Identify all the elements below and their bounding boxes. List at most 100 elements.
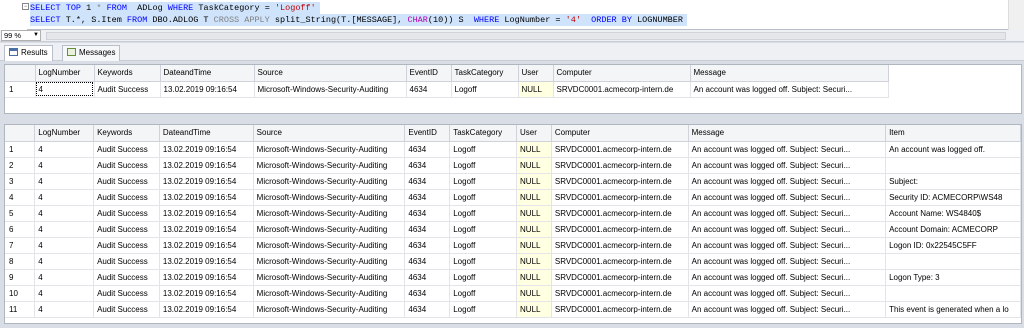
query-editor[interactable]: − SELECT TOP 1 * FROM ADLog WHERE TaskCa… [0,0,1024,30]
table-cell[interactable]: 13.02.2019 09:16:54 [159,141,254,158]
table-cell[interactable]: Logoff [449,253,518,270]
table-cell[interactable]: NULL [516,173,552,190]
tab-results[interactable]: Results [4,45,53,61]
table-cell[interactable]: 4634 [404,157,451,174]
table-cell[interactable]: An account was logged off. [885,141,1021,158]
table-cell[interactable]: NULL [516,221,552,238]
table-cell[interactable]: SRVDC0001.acmecorp-intern.de [551,253,689,270]
table-cell[interactable]: Audit Success [93,205,160,222]
table-cell[interactable]: Microsoft-Windows-Security-Auditing [253,237,406,254]
col-header[interactable]: Computer [551,125,689,142]
table-cell[interactable]: NULL [516,253,552,270]
table-row[interactable]: 7 4 Audit Success 13.02.2019 09:16:54 Micros… [5,237,1021,254]
table-cell[interactable]: NULL [516,237,552,254]
tab-messages[interactable]: Messages [62,45,121,61]
table-row[interactable]: 2 4 Audit Success 13.02.2019 09:16:54 Micros… [5,157,1021,174]
table-cell[interactable]: NULL [516,285,552,302]
col-header[interactable]: User [518,65,554,82]
table-cell[interactable]: An account was logged off. Subject: Secu… [688,301,887,318]
table-cell[interactable]: Logoff [449,189,518,206]
table-cell[interactable]: 4 [34,141,95,158]
table-cell[interactable]: Logoff [449,205,518,222]
table-cell[interactable]: 4634 [404,189,451,206]
table-cell[interactable]: Logoff [449,173,518,190]
horizontal-scrollbar[interactable] [46,32,1006,40]
table-cell[interactable] [885,253,1021,270]
table-cell[interactable]: Microsoft-Windows-Security-Auditing [253,221,406,238]
table-cell[interactable]: 13.02.2019 09:16:54 [159,189,254,206]
col-header[interactable]: DateandTime [160,65,255,82]
table-cell[interactable]: Microsoft-Windows-Security-Auditing [253,253,406,270]
table-cell[interactable]: 4634 [404,301,451,318]
table-cell[interactable]: Microsoft-Windows-Security-Auditing [253,141,406,158]
table-cell[interactable] [885,157,1021,174]
table-cell[interactable]: SRVDC0001.acmecorp-intern.de [551,205,689,222]
table-cell[interactable]: 4634 [404,269,451,286]
table-cell[interactable]: NULL [516,269,552,286]
table-cell[interactable]: 4634 [404,285,451,302]
pane-splitter[interactable] [0,117,1024,121]
col-header[interactable]: DateandTime [159,125,254,142]
table-cell[interactable]: Subject: [885,173,1021,190]
table-cell[interactable]: Microsoft-Windows-Security-Auditing [253,285,406,302]
table-row[interactable]: 6 4 Audit Success 13.02.2019 09:16:54 Micros… [5,221,1021,238]
col-header[interactable]: Computer [553,65,691,82]
table-cell[interactable]: An account was logged off. Subject: Secu… [688,269,887,286]
table-cell[interactable]: 13.02.2019 09:16:54 [159,253,254,270]
table-cell[interactable]: Audit Success [93,173,160,190]
table-cell[interactable]: NULL [516,157,552,174]
table-cell[interactable]: An account was logged off. Subject: Secu… [688,237,887,254]
query-line-1[interactable]: SELECT TOP 1 * FROM ADLog WHERE TaskCate… [30,2,320,14]
table-cell[interactable]: An account was logged off. Subject: Secu… [688,285,887,302]
table-row[interactable]: 4 4 Audit Success 13.02.2019 09:16:54 Micros… [5,189,1021,206]
table-cell[interactable]: SRVDC0001.acmecorp-intern.de [551,157,689,174]
table-cell[interactable]: SRVDC0001.acmecorp-intern.de [551,237,689,254]
table-cell[interactable]: Logon ID: 0x22545C5FF [885,237,1021,254]
table-cell[interactable]: SRVDC0001.acmecorp-intern.de [551,285,689,302]
table-cell[interactable]: 13.02.2019 09:16:54 [159,157,254,174]
table-cell[interactable]: 13.02.2019 09:16:54 [159,285,254,302]
table-cell[interactable]: 13.02.2019 09:16:54 [159,173,254,190]
table-cell[interactable]: 13.02.2019 09:16:54 [159,301,254,318]
table-row[interactable]: 11 4 Audit Success 13.02.2019 09:16:54 Micro… [5,301,1021,318]
table-cell[interactable]: Logoff [449,157,518,174]
table-cell[interactable]: An account was logged off. Subject: Secu… [688,205,887,222]
table-cell[interactable]: Account Domain: ACMECORP [885,221,1021,238]
col-header[interactable]: User [516,125,552,142]
table-cell[interactable]: Logoff [449,285,518,302]
table-cell[interactable]: Audit Success [93,285,160,302]
table-cell[interactable]: Audit Success [93,141,160,158]
table-cell[interactable]: Account Name: WS4840$ [885,205,1021,222]
table-row[interactable]: 10 4 Audit Success 13.02.2019 09:16:54 Micro… [5,285,1021,302]
table-cell[interactable]: 4 [34,253,95,270]
table-cell[interactable]: Logoff [449,301,518,318]
table-cell[interactable]: 4634 [404,141,451,158]
table-cell[interactable] [885,285,1021,302]
col-header[interactable]: EventID [406,65,452,82]
table-cell[interactable]: An account was logged off. Subject: Secu… [688,189,887,206]
table-cell[interactable]: 13.02.2019 09:16:54 [159,237,254,254]
table-cell[interactable]: Microsoft-Windows-Security-Auditing [253,301,406,318]
table-cell[interactable]: Logoff [449,269,518,286]
col-header[interactable]: LogNumber [34,125,95,142]
table-cell[interactable]: 4634 [404,237,451,254]
col-header[interactable]: LogNumber [35,65,95,82]
table-cell[interactable]: Microsoft-Windows-Security-Auditing [253,269,406,286]
col-header[interactable]: TaskCategory [451,65,519,82]
col-header[interactable]: Message [688,125,887,142]
table-cell[interactable]: An account was logged off. Subject: Secu… [688,157,887,174]
editor-scrollbar[interactable] [1008,0,1024,30]
table-cell[interactable]: 4634 [404,253,451,270]
query-line-2[interactable]: SELECT T.*, S.Item FROM DBO.ADLOG T CROS… [30,14,687,26]
table-cell[interactable]: 4 [34,205,95,222]
table-cell[interactable]: 4634 [404,205,451,222]
table-cell[interactable]: 4 [34,285,95,302]
table-cell[interactable]: Security ID: ACMECORP\WS48 [885,189,1021,206]
table-cell[interactable]: 4634 [404,173,451,190]
table-cell[interactable]: Audit Success [93,301,160,318]
table-row[interactable]: 1 4 Audit Success 13.02.2019 09:16:54 Mi… [5,81,889,98]
table-cell[interactable]: SRVDC0001.acmecorp-intern.de [551,189,689,206]
table-cell[interactable]: NULL [516,141,552,158]
col-header[interactable]: Item [885,125,1021,142]
col-header[interactable]: Source [254,65,407,82]
